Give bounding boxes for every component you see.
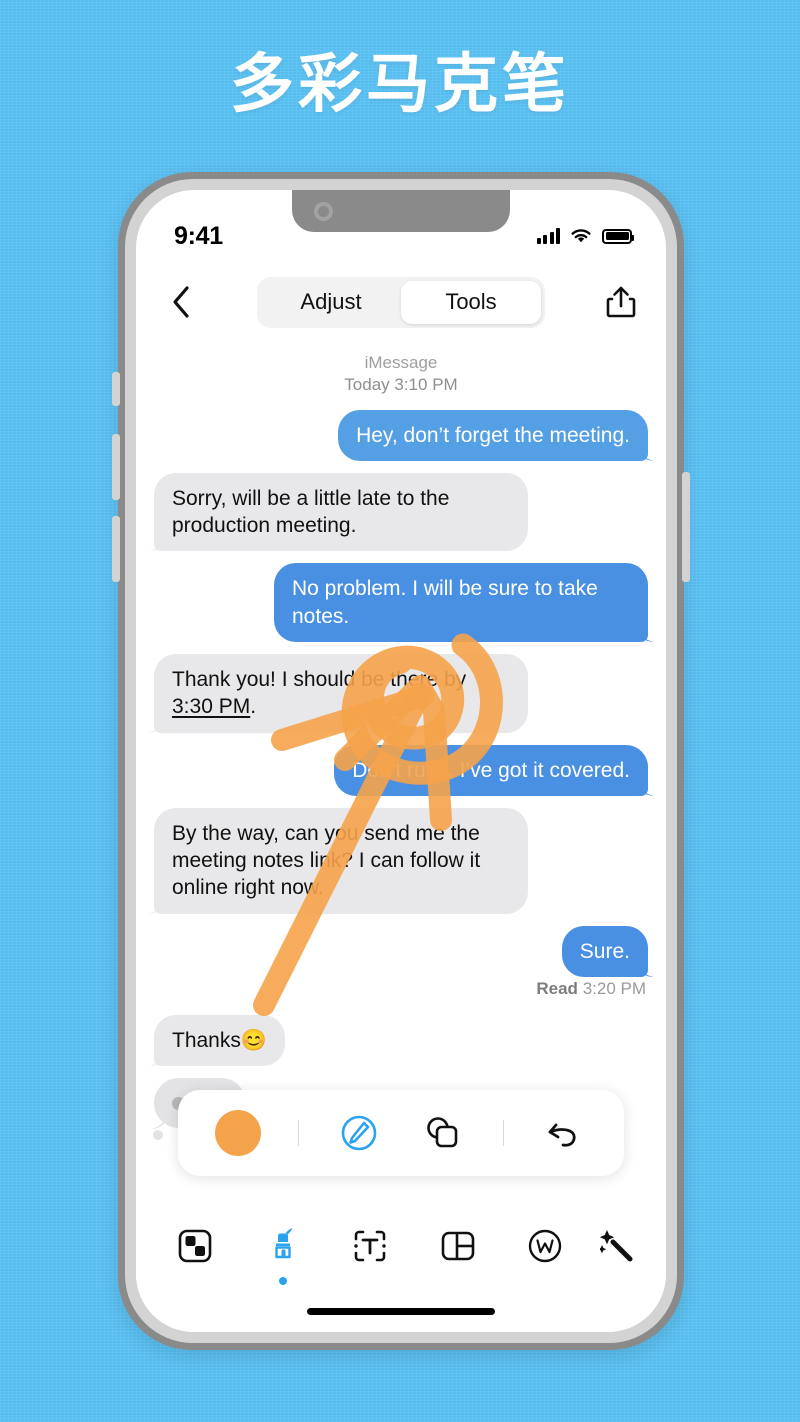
tab-text[interactable]	[337, 1224, 403, 1268]
magic-wand-sparkle-icon	[599, 1230, 633, 1262]
status-time: 9:41	[174, 221, 223, 250]
page-title: 多彩马克笔	[230, 48, 570, 120]
undo-button[interactable]	[541, 1110, 587, 1156]
back-button[interactable]	[164, 285, 198, 319]
message-bubble-incoming[interactable]: Sorry, will be a little late to the prod…	[154, 472, 528, 552]
read-receipt-time: 3:20 PM	[582, 979, 646, 999]
message-text-pre: Thank you! I should be there by	[172, 667, 467, 691]
volume-down-button[interactable]	[112, 516, 120, 582]
message-bubble-incoming[interactable]: Thank you! I should be there by 3:30 PM.	[154, 653, 528, 733]
message-bubble-outgoing[interactable]: No problem. I will be sure to take notes…	[274, 563, 648, 642]
shapes-button[interactable]	[420, 1110, 466, 1156]
message-text-post: .	[250, 695, 257, 719]
message-bubble-incoming[interactable]: By the way, can you send me the meeting …	[154, 807, 528, 914]
tab-watermark[interactable]	[512, 1224, 578, 1268]
highlighter-marker-icon	[274, 1228, 293, 1259]
message-row: Hey, don’t forget the meeting.	[154, 409, 648, 461]
marker-opacity-button[interactable]	[336, 1110, 382, 1156]
cellular-bars-icon	[536, 228, 560, 244]
tab-layout[interactable]	[425, 1224, 491, 1268]
watermark-w-circle-icon	[529, 1229, 562, 1263]
message-row: By the way, can you send me the meeting …	[154, 807, 648, 914]
shapes-overlap-icon	[426, 1117, 457, 1148]
share-button[interactable]	[604, 284, 638, 320]
layout-panels-icon	[441, 1231, 475, 1261]
palette-divider	[502, 1120, 505, 1146]
mosaic-squares-icon	[178, 1229, 212, 1263]
segmented-control[interactable]: Adjust Tools	[257, 276, 545, 328]
tab-marker[interactable]	[250, 1224, 316, 1285]
marker-opacity-circle-icon	[342, 1115, 377, 1151]
read-receipt-label: Read	[536, 979, 578, 999]
palette-divider	[297, 1120, 300, 1146]
tab-adjust[interactable]: Adjust	[261, 281, 401, 324]
conversation-timestamp: Today 3:10 PM	[344, 374, 458, 394]
silence-switch-button[interactable]	[112, 372, 120, 406]
conversation-meta: iMessage Today 3:10 PM	[154, 352, 648, 396]
message-row: Sure.	[154, 925, 648, 978]
message-row: Sorry, will be a little late to the prod…	[154, 472, 648, 552]
wifi-icon	[571, 229, 591, 243]
active-tab-indicator	[278, 1277, 287, 1285]
service-label: iMessage	[364, 353, 438, 372]
phone-frame: 9:41 Adjust Tools iMessage Today 3:10 PM…	[112, 172, 690, 1350]
message-row: Thank you! I should be there by 3:30 PM.	[154, 653, 648, 733]
conversation-list[interactable]: iMessage Today 3:10 PM Hey, don’t forget…	[136, 340, 666, 1190]
navigation-bar: Adjust Tools	[136, 264, 666, 340]
volume-up-button[interactable]	[112, 434, 120, 500]
message-bubble-outgoing[interactable]: Sure.	[561, 925, 648, 978]
message-bubble-outgoing[interactable]: Hey, don’t forget the meeting.	[338, 409, 648, 461]
tool-palette[interactable]	[178, 1090, 624, 1176]
battery-icon	[602, 228, 634, 244]
message-row: Thanks😊	[154, 1015, 648, 1067]
color-swatch-button[interactable]	[214, 1110, 261, 1156]
phone-screen: 9:41 Adjust Tools iMessage Today 3:10 PM…	[136, 190, 666, 1332]
undo-arrow-icon	[548, 1123, 576, 1147]
home-indicator	[307, 1308, 495, 1315]
tab-tools[interactable]: Tools	[401, 280, 541, 324]
power-button[interactable]	[682, 472, 690, 582]
read-receipt: Read 3:20 PM	[154, 979, 646, 999]
message-row: No problem. I will be sure to take notes…	[154, 563, 648, 642]
front-camera-icon	[314, 202, 333, 221]
status-icons	[536, 227, 634, 245]
message-bubble-incoming[interactable]: Thanks😊	[154, 1015, 286, 1067]
tab-mosaic[interactable]	[162, 1224, 228, 1268]
notch	[292, 190, 510, 232]
message-row: Don’t rush. I’ve got it covered.	[154, 744, 648, 796]
message-time-link[interactable]: 3:30 PM	[172, 695, 250, 718]
message-bubble-outgoing[interactable]: Don’t rush. I’ve got it covered.	[334, 744, 648, 796]
text-box-t-icon	[354, 1230, 386, 1262]
typing-tail-dot	[153, 1130, 163, 1141]
tab-magic[interactable]	[599, 1224, 640, 1268]
